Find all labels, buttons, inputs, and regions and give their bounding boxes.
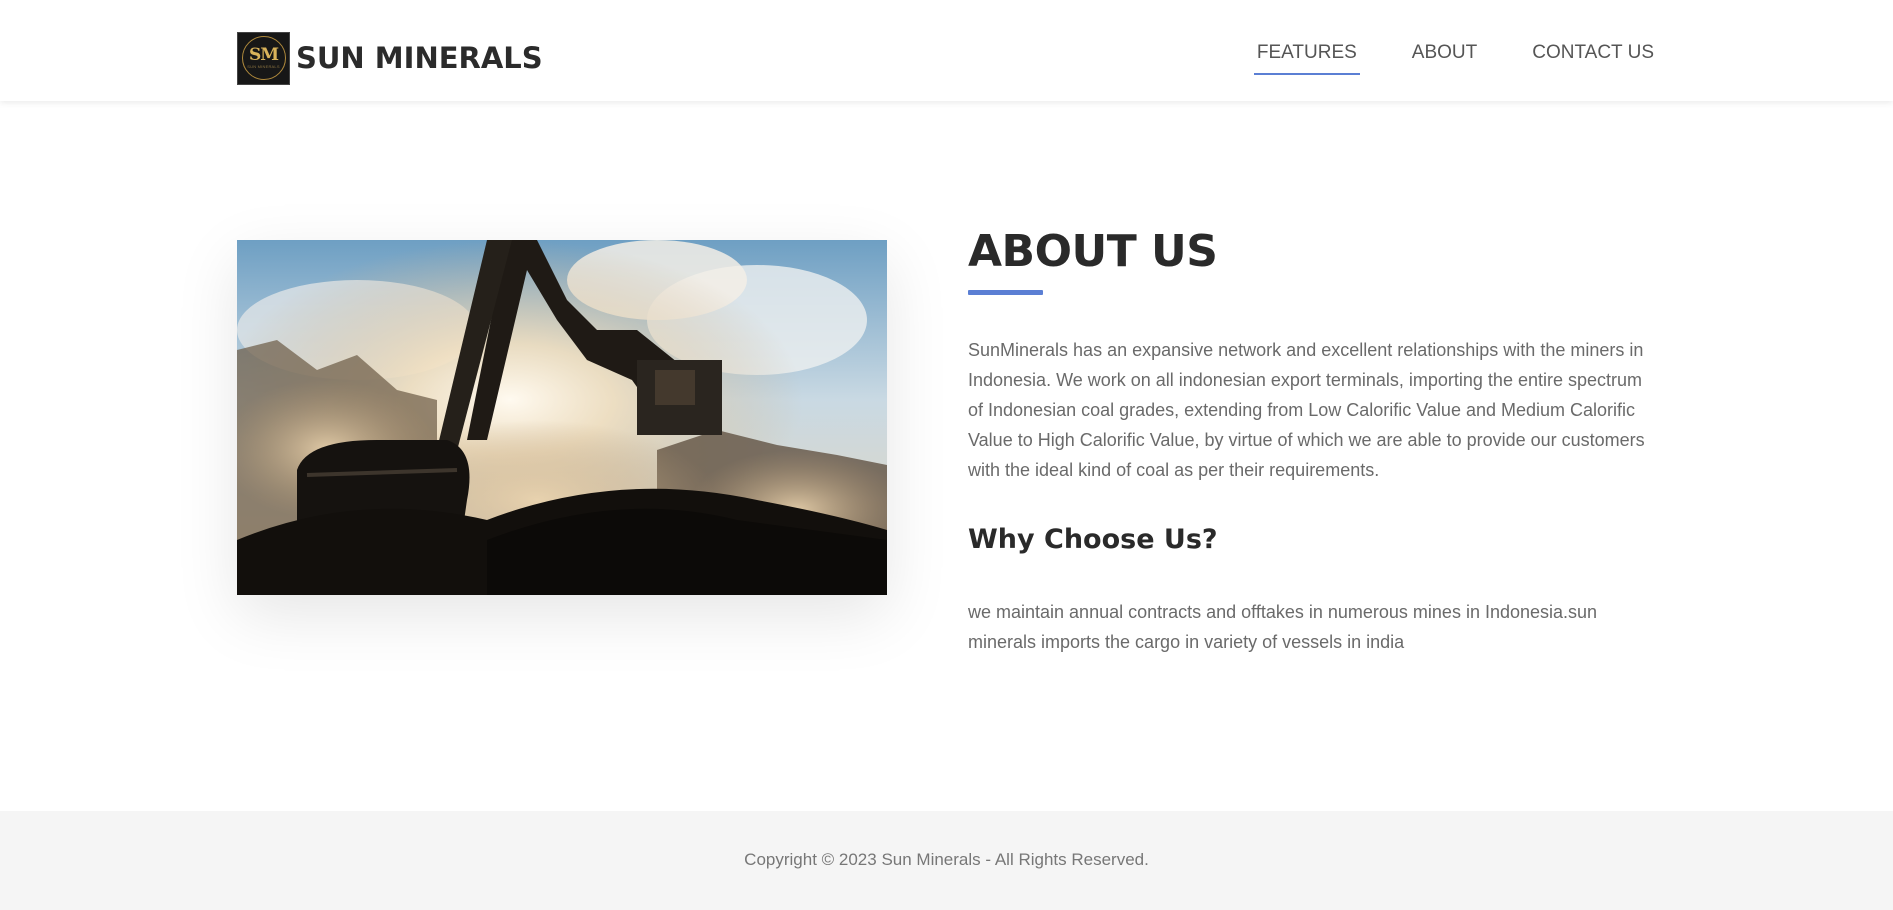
copyright-text: Copyright © 2023 Sun Minerals - All Righ…: [744, 849, 1149, 869]
site-footer: Copyright © 2023 Sun Minerals - All Righ…: [0, 811, 1893, 910]
nav-item-features[interactable]: FEATURES: [1253, 42, 1360, 75]
about-title: ABOUT US: [968, 226, 1218, 277]
why-choose-us-title: Why Choose Us?: [968, 524, 1218, 555]
excavator-photo-icon: [237, 240, 887, 595]
about-section: ABOUT US SunMinerals has an expansive ne…: [968, 220, 1658, 657]
excavator-hero-image: [237, 240, 887, 595]
brand[interactable]: SM SUN MINERALS SUN MINERALS: [237, 31, 543, 85]
logo-emblem: SM SUN MINERALS: [241, 36, 286, 80]
logo-monogram: SM: [248, 45, 279, 65]
nav-item-about[interactable]: ABOUT: [1412, 42, 1477, 64]
about-description: SunMinerals has an expansive network and…: [968, 340, 1645, 480]
logo-subtext: SUN MINERALS: [247, 64, 280, 69]
main-nav: FEATURES ABOUT CONTACT US: [1253, 42, 1654, 75]
sm-logo-icon[interactable]: SM SUN MINERALS: [237, 31, 290, 85]
why-choose-us-text: we maintain annual contracts and offtake…: [968, 602, 1598, 652]
nav-item-contact-us[interactable]: CONTACT US: [1532, 42, 1654, 64]
site-header: SM SUN MINERALS SUN MINERALS FEATURES AB…: [0, 0, 1893, 101]
title-underline: [968, 290, 1043, 295]
brand-name[interactable]: SUN MINERALS: [296, 41, 543, 75]
